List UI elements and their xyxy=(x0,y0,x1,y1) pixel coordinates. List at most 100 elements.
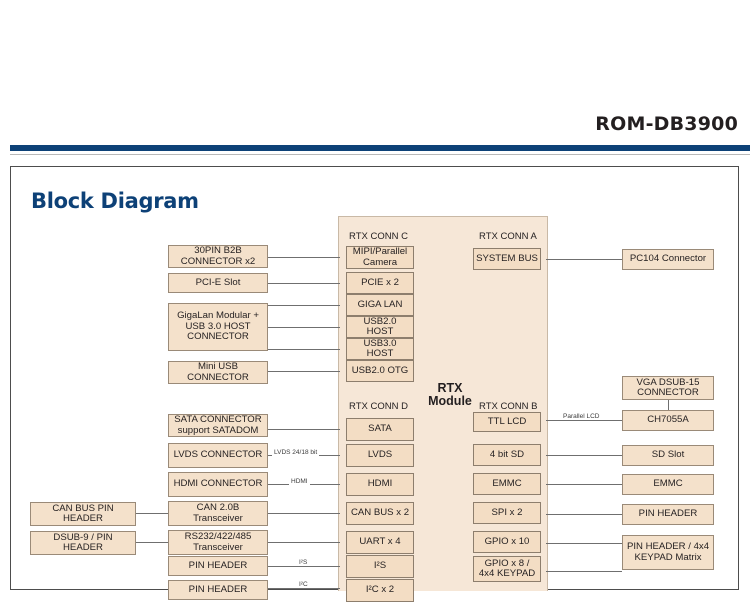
signal-label: TTL LCD xyxy=(487,415,527,427)
box-label: SATA CONNECTOR support SATADOM xyxy=(174,414,262,436)
signal-gpio-x10[interactable]: GPIO x 10 xyxy=(473,531,541,553)
link-4bitsd-to-sdslot xyxy=(546,455,622,456)
box-emmc[interactable]: EMMC xyxy=(622,474,714,495)
box-label: CAN BUS PIN HEADER xyxy=(52,502,114,524)
signal-label: SPI x 2 xyxy=(491,506,523,518)
link-can-transceiver-to-canbus xyxy=(268,513,340,514)
signal-label: UART x 4 xyxy=(359,536,401,548)
link-rs232-transceiver-to-uart xyxy=(268,542,340,543)
bus-label-i2c: I²C xyxy=(297,581,310,588)
heading-rtx-conn-c: RTX CONN C xyxy=(349,231,408,242)
box-ch7055a[interactable]: CH7055A xyxy=(622,410,714,431)
link-systembus-to-pc104 xyxy=(546,259,622,260)
box-label: PIN HEADER xyxy=(638,508,698,520)
signal-uart-x4[interactable]: UART x 4 xyxy=(346,531,414,554)
box-30pin-b2b-connector[interactable]: 30PIN B2B CONNECTOR x2 xyxy=(168,245,268,268)
box-label: CAN 2.0B Transceiver xyxy=(193,502,243,524)
box-label: RS232/422/485 Transceiver xyxy=(184,531,252,553)
signal-emmc[interactable]: EMMC xyxy=(473,473,541,495)
box-label: DSUB-9 / PIN HEADER xyxy=(53,531,113,553)
link-gigalan-to-usb30host xyxy=(268,349,340,350)
signal-lvds[interactable]: LVDS xyxy=(346,444,414,467)
heading-rtx-conn-d: RTX CONN D xyxy=(349,401,408,412)
signal-spi-x2[interactable]: SPI x 2 xyxy=(473,502,541,524)
box-label: SD Slot xyxy=(651,449,685,461)
link-dsub9-header-to-transceiver xyxy=(136,542,168,543)
box-rs232-422-485-transceiver[interactable]: RS232/422/485 Transceiver xyxy=(168,530,268,555)
box-pin-header-4x4-keypad-matrix[interactable]: PIN HEADER / 4x4 KEYPAD Matrix xyxy=(622,535,714,570)
signal-label: CAN BUS x 2 xyxy=(350,507,410,519)
box-label: PIN HEADER xyxy=(188,559,248,571)
link-spi-to-pinheader xyxy=(546,514,622,515)
signal-usb30-host[interactable]: USB3.0 HOST xyxy=(346,338,414,360)
box-can-bus-pin-header[interactable]: CAN BUS PIN HEADER xyxy=(30,502,136,526)
box-pin-header[interactable]: PIN HEADER xyxy=(622,504,714,525)
signal-ttl-lcd[interactable]: TTL LCD xyxy=(473,412,541,432)
rtx-module-label: RTX Module xyxy=(420,382,480,408)
box-label: PCI-E Slot xyxy=(195,276,241,288)
signal-hdmi[interactable]: HDMI xyxy=(346,473,414,496)
box-label: PIN HEADER xyxy=(188,583,248,595)
box-pc104-connector[interactable]: PC104 Connector xyxy=(622,249,714,270)
link-ttllcd-to-ch7055a xyxy=(546,420,622,421)
bus-label-lvds: LVDS 24/18 bit xyxy=(272,449,320,456)
link-pcie-slot-to-pcie xyxy=(268,283,340,284)
signal-gpio-x8-keypad[interactable]: GPIO x 8 / 4x4 KEYPAD xyxy=(473,556,541,582)
rtx-module-label-line2: Module xyxy=(428,394,472,408)
link-b2b-to-mipi xyxy=(268,257,340,258)
box-label: VGA DSUB-15 CONNECTOR xyxy=(636,376,700,398)
signal-usb20-otg[interactable]: USB2.0 OTG xyxy=(346,360,414,382)
header-rule xyxy=(10,145,750,151)
box-label: 30PIN B2B CONNECTOR x2 xyxy=(180,245,256,267)
heading-rtx-conn-b: RTX CONN B xyxy=(479,401,538,412)
signal-pcie-x2[interactable]: PCIE x 2 xyxy=(346,272,414,294)
signal-label: USB2.0 OTG xyxy=(351,364,409,376)
box-lvds-connector[interactable]: LVDS CONNECTOR xyxy=(168,443,268,468)
signal-i2s[interactable]: I²S xyxy=(346,555,414,578)
box-hdmi-connector[interactable]: HDMI CONNECTOR xyxy=(168,472,268,497)
signal-4bit-sd[interactable]: 4 bit SD xyxy=(473,444,541,466)
signal-usb20-host[interactable]: USB2.0 HOST xyxy=(346,316,414,338)
document-title: ROM-DB3900 xyxy=(595,113,738,135)
link-canbus-header-to-transceiver xyxy=(136,513,168,514)
signal-label: SATA xyxy=(368,423,392,435)
heading-rtx-conn-a: RTX CONN A xyxy=(479,231,537,242)
link-gigalan-to-usb20host xyxy=(268,327,340,328)
box-sd-slot[interactable]: SD Slot xyxy=(622,445,714,466)
signal-can-bus-x2[interactable]: CAN BUS x 2 xyxy=(346,502,414,525)
box-label: PC104 Connector xyxy=(629,253,707,265)
link-sata-connector-to-sata xyxy=(268,429,340,430)
box-vga-dsub15-connector[interactable]: VGA DSUB-15 CONNECTOR xyxy=(622,376,714,400)
link-gpio10-to-keypad xyxy=(546,543,622,544)
box-label: GigaLan Modular + USB 3.0 HOST CONNECTOR xyxy=(177,310,259,343)
box-can-20b-transceiver[interactable]: CAN 2.0B Transceiver xyxy=(168,501,268,526)
link-gigalan-to-gigalan xyxy=(268,305,340,306)
signal-label: GPIO x 10 xyxy=(484,535,530,547)
signal-mipi-parallel-camera[interactable]: MIPI/Parallel Camera xyxy=(346,246,414,269)
signal-label: EMMC xyxy=(492,477,522,489)
box-gigalan-modular-usb30-host-connector[interactable]: GigaLan Modular + USB 3.0 HOST CONNECTOR xyxy=(168,303,268,351)
signal-label: USB2.0 HOST xyxy=(363,315,397,337)
signal-system-bus[interactable]: SYSTEM BUS xyxy=(473,248,541,270)
link-miniusb-to-usb20otg xyxy=(268,371,340,372)
box-pci-e-slot[interactable]: PCI-E Slot xyxy=(168,273,268,293)
box-pin-header-i2s[interactable]: PIN HEADER xyxy=(168,556,268,576)
signal-sata[interactable]: SATA xyxy=(346,418,414,441)
box-mini-usb-connector[interactable]: Mini USB CONNECTOR xyxy=(168,361,268,384)
box-pin-header-i2c[interactable]: PIN HEADER xyxy=(168,580,268,600)
signal-giga-lan[interactable]: GIGA LAN xyxy=(346,294,414,316)
signal-label: GIGA LAN xyxy=(357,298,403,310)
link-gpio8-to-keypad xyxy=(546,571,622,572)
signal-label: LVDS xyxy=(367,449,393,461)
signal-label: MIPI/Parallel Camera xyxy=(352,246,408,268)
signal-label: GPIO x 8 / 4x4 KEYPAD xyxy=(478,557,536,579)
rtx-module-label-line1: RTX xyxy=(437,381,463,395)
header-rule-thin xyxy=(10,154,750,155)
bus-label-i2s: I²S xyxy=(297,559,310,566)
box-sata-connector-satadom[interactable]: SATA CONNECTOR support SATADOM xyxy=(168,414,268,437)
box-label: EMMC xyxy=(653,478,683,490)
box-dsub9-pin-header[interactable]: DSUB-9 / PIN HEADER xyxy=(30,531,136,555)
signal-label: SYSTEM BUS xyxy=(476,252,538,264)
signal-label: PCIE x 2 xyxy=(361,276,399,288)
box-label: PIN HEADER / 4x4 KEYPAD Matrix xyxy=(626,541,710,563)
